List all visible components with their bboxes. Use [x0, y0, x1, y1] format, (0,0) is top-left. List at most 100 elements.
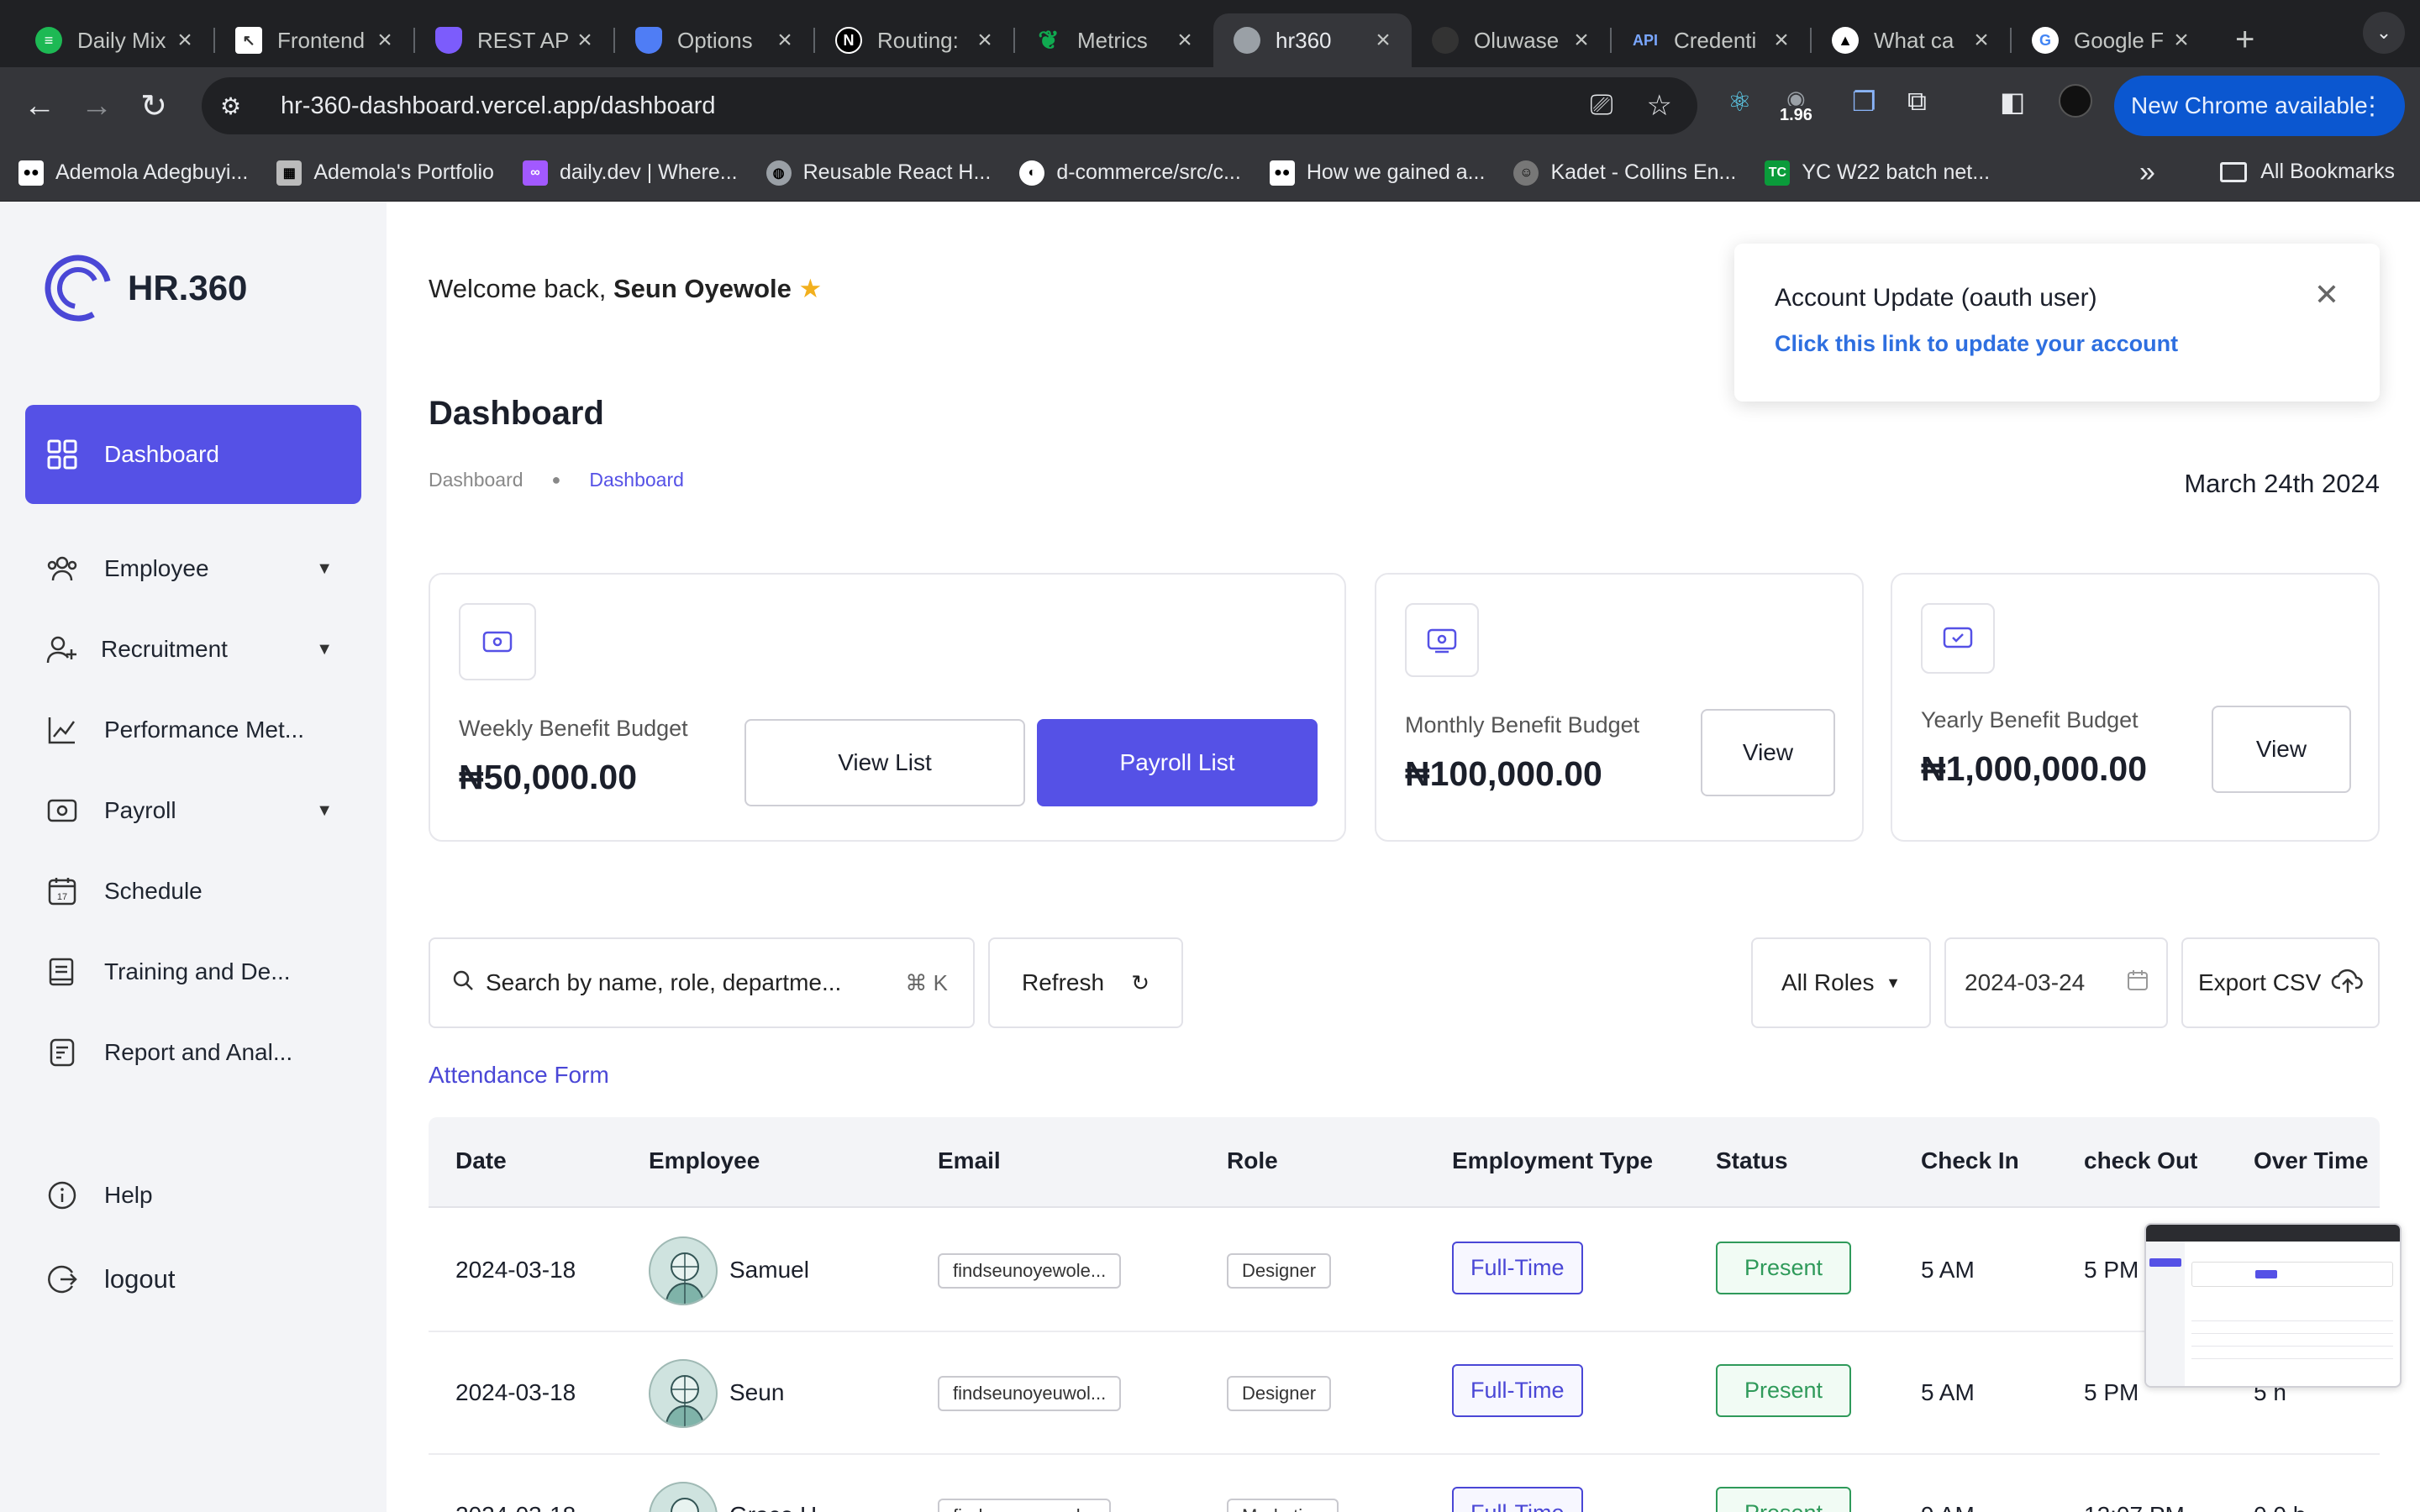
refresh-button[interactable]: Refresh ↻ — [988, 937, 1183, 1028]
update-account-link[interactable]: Click this link to update your account — [1775, 331, 2178, 357]
close-tab-icon[interactable]: × — [1770, 26, 1793, 55]
roles-dropdown[interactable]: All Roles ▼ — [1751, 937, 1931, 1028]
install-app-icon[interactable]: ⎚ — [1590, 89, 1612, 123]
column-header[interactable]: Over Time — [2254, 1147, 2368, 1174]
chevron-down-icon[interactable]: ▼ — [316, 640, 333, 659]
sidebar-item-report[interactable]: Report and Anal... — [25, 1003, 361, 1102]
all-bookmarks-button[interactable]: All Bookmarks — [2220, 160, 2395, 184]
browser-tab-active[interactable]: hr360 × — [1213, 13, 1412, 67]
sidebar-item-dashboard[interactable]: Dashboard — [25, 405, 361, 504]
close-tab-icon[interactable]: × — [1173, 26, 1197, 55]
tab-search-chevron-icon[interactable]: ⌄ — [2363, 12, 2405, 54]
profile-avatar-icon[interactable] — [2059, 84, 2092, 118]
sidebar-item-logout[interactable]: logout — [25, 1230, 361, 1329]
browser-tab[interactable]: ↖ Frontend × — [215, 13, 413, 67]
forward-arrow-icon[interactable]: → — [76, 85, 118, 127]
column-header[interactable]: Status — [1716, 1147, 1788, 1174]
back-arrow-icon[interactable]: ← — [18, 85, 60, 127]
bookmark-item[interactable]: ●● Ademola Adegbuyi... — [18, 160, 248, 186]
bookmark-item[interactable]: ◐ d-commerce/src/c... — [1019, 160, 1241, 186]
sidebar-item-label: Recruitment — [101, 636, 228, 662]
close-tab-icon[interactable]: × — [1570, 26, 1593, 55]
sidebar-item-label: Employee — [104, 555, 209, 581]
cell-employee-name: Seun — [729, 1379, 785, 1405]
tab-title: Routing: — [877, 27, 959, 53]
status-badge: Present — [1716, 1364, 1852, 1417]
browser-tab[interactable]: ≡ Daily Mix × — [15, 13, 213, 67]
table-row[interactable]: 2024-03-18 Seun findseunoyeuwol... Desig… — [429, 1332, 2380, 1455]
browser-tab[interactable]: ▲ What ca × — [1812, 13, 2010, 67]
view-list-button[interactable]: View List — [744, 719, 1025, 806]
brand-logo[interactable]: HR.360 — [44, 254, 247, 323]
kebab-menu-icon[interactable]: ⋮ — [2360, 92, 2385, 121]
view-monthly-button[interactable]: View — [1701, 709, 1835, 796]
payroll-list-button[interactable]: Payroll List — [1037, 719, 1318, 806]
copy-extension-icon[interactable]: ❐ — [1852, 86, 1876, 118]
close-tab-icon[interactable]: × — [2170, 26, 2193, 55]
new-chrome-available-button[interactable]: New Chrome available ⋮ — [2114, 76, 2405, 136]
close-tab-icon[interactable]: × — [973, 26, 997, 55]
browser-tab[interactable]: G Google F × — [2012, 13, 2210, 67]
chevron-down-icon[interactable]: ▼ — [316, 559, 333, 579]
attendance-form-link[interactable]: Attendance Form — [429, 1062, 609, 1089]
bookmark-item[interactable]: TC YC W22 batch net... — [1765, 160, 1990, 186]
bookmark-item[interactable]: ∞ daily.dev | Where... — [522, 160, 738, 186]
new-tab-plus-icon[interactable]: + — [2235, 21, 2254, 59]
browser-tab[interactable]: Options × — [615, 13, 813, 67]
all-bookmarks-label: All Bookmarks — [2260, 160, 2395, 183]
table-row[interactable]: 2024-03-18 Samuel findseunoyewole... Des… — [429, 1210, 2380, 1332]
close-tab-icon[interactable]: × — [1970, 26, 1993, 55]
browser-tab[interactable]: N Routing: × — [815, 13, 1013, 67]
close-icon[interactable]: ✕ — [2314, 277, 2339, 312]
close-tab-icon[interactable]: × — [373, 26, 397, 55]
spotify-favicon-icon: ≡ — [35, 27, 62, 54]
column-header[interactable]: Role — [1227, 1147, 1278, 1174]
browser-tab[interactable]: Oluwase × — [1412, 13, 1610, 67]
thumbnail-chrome — [2146, 1225, 2400, 1242]
react-devtools-icon[interactable]: ⚛ — [1728, 86, 1752, 118]
close-tab-icon[interactable]: × — [173, 26, 197, 55]
browser-tab[interactable]: REST AP × — [415, 13, 613, 67]
bookmark-item[interactable]: ☺ Kadet - Collins En... — [1513, 160, 1736, 186]
close-tab-icon[interactable]: × — [773, 26, 797, 55]
avatar — [649, 1482, 718, 1512]
bookmark-label: Ademola Adegbuyi... — [55, 160, 249, 184]
bookmark-item[interactable]: ▦ Ademola's Portfolio — [276, 160, 494, 186]
close-tab-icon[interactable]: × — [1371, 26, 1395, 55]
column-header[interactable]: check Out — [2084, 1147, 2197, 1174]
view-yearly-button[interactable]: View — [2212, 706, 2351, 793]
bookmark-item[interactable]: ●● How we gained a... — [1269, 160, 1485, 186]
cloud-upload-icon — [2331, 966, 2365, 1000]
puzzle-extensions-icon[interactable]: ⧉ — [1907, 86, 1927, 118]
export-csv-button[interactable]: Export CSV — [2181, 937, 2380, 1028]
cell-employee-name: Samuel — [729, 1257, 809, 1283]
address-bar[interactable]: ⚙ hr-360-dashboard.vercel.app/dashboard … — [202, 77, 1697, 134]
column-header[interactable]: Employment Type — [1452, 1147, 1653, 1174]
monthly-budget-card: Monthly Benefit Budget ₦100,000.00 View — [1375, 573, 1864, 842]
browser-tab[interactable]: ❦ Metrics × — [1015, 13, 1213, 67]
table-row[interactable]: 2024-03-18 Grace H... findseunoyewol... … — [429, 1455, 2380, 1512]
column-header[interactable]: Email — [938, 1147, 1001, 1174]
bookmark-star-icon[interactable]: ☆ — [1647, 89, 1672, 123]
reload-icon[interactable]: ↻ — [133, 85, 175, 127]
column-header[interactable]: Date — [455, 1147, 507, 1174]
site-info-icon[interactable]: ⚙ — [220, 92, 254, 120]
cell-date: 2024-03-18 — [455, 1257, 576, 1283]
side-panel-icon[interactable]: ◧ — [2000, 86, 2025, 118]
shield-favicon-icon — [635, 27, 662, 54]
email-chip: findseunoyeuwol... — [938, 1376, 1122, 1411]
column-header[interactable]: Employee — [649, 1147, 760, 1174]
close-tab-icon[interactable]: × — [573, 26, 597, 55]
card-label: Monthly Benefit Budget — [1405, 712, 1640, 738]
tab-title: Options — [677, 27, 753, 53]
chevron-down-icon[interactable]: ▼ — [316, 801, 333, 821]
search-input[interactable]: Search by name, role, departme... ⌘ K — [429, 937, 975, 1028]
breadcrumb-item[interactable]: Dashboard — [429, 469, 523, 491]
url-text[interactable]: hr-360-dashboard.vercel.app/dashboard — [281, 92, 716, 120]
date-picker[interactable]: 2024-03-24 — [1944, 937, 2168, 1028]
column-header[interactable]: Check In — [1921, 1147, 2019, 1174]
more-bookmarks-chevron-icon[interactable]: » — [2139, 156, 2155, 189]
browser-tab[interactable]: API Credenti × — [1612, 13, 1810, 67]
screenshot-thumbnail[interactable] — [2144, 1223, 2402, 1388]
bookmark-item[interactable]: ◍ Reusable React H... — [765, 160, 991, 186]
